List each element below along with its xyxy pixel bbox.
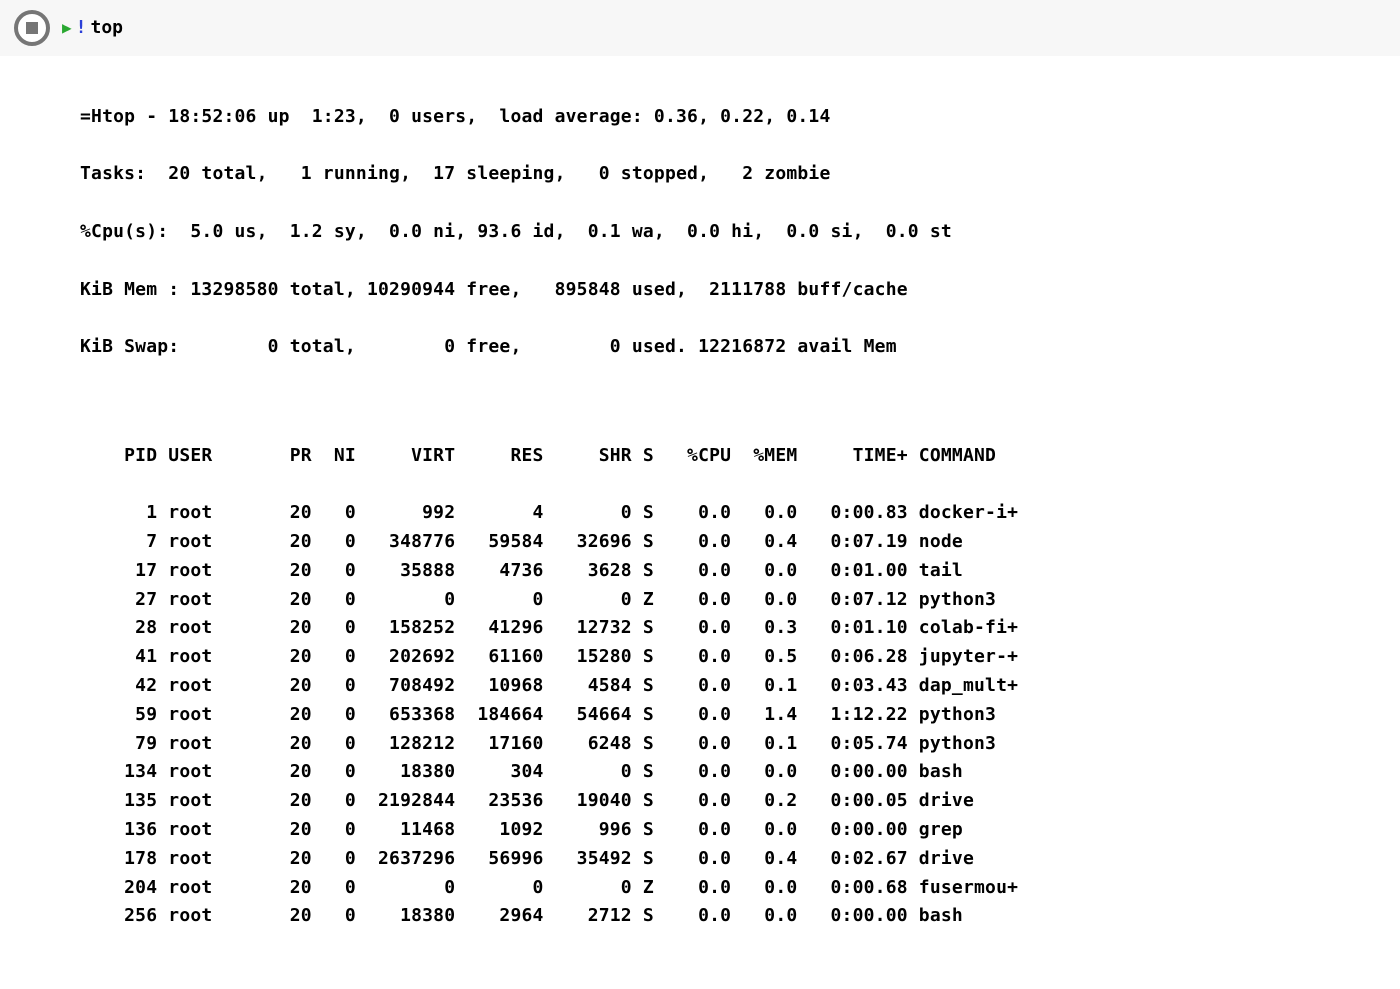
- process-row: 42 root 20 0 708492 10968 4584 S 0.0 0.1…: [80, 672, 1400, 701]
- shell-command: top: [90, 14, 123, 43]
- process-row: 134 root 20 0 18380 304 0 S 0.0 0.0 0:00…: [80, 758, 1400, 787]
- process-row: 204 root 20 0 0 0 0 Z 0.0 0.0 0:00.68 fu…: [80, 874, 1400, 903]
- process-row: 256 root 20 0 18380 2964 2712 S 0.0 0.0 …: [80, 902, 1400, 931]
- cell-output: =Htop - 18:52:06 up 1:23, 0 users, load …: [0, 56, 1400, 989]
- shell-bang: !: [76, 14, 87, 43]
- top-summary-swap: KiB Swap: 0 total, 0 free, 0 used. 12216…: [80, 333, 1400, 362]
- process-table-header: PID USER PR NI VIRT RES SHR S %CPU %MEM …: [80, 442, 1400, 471]
- top-summary-cpu: %Cpu(s): 5.0 us, 1.2 sy, 0.0 ni, 93.6 id…: [80, 218, 1400, 247]
- process-table: PID USER PR NI VIRT RES SHR S %CPU %MEM …: [80, 413, 1400, 960]
- process-row: 136 root 20 0 11468 1092 996 S 0.0 0.0 0…: [80, 816, 1400, 845]
- input-prompt[interactable]: ▶ !top: [62, 14, 123, 43]
- process-row: 59 root 20 0 653368 184664 54664 S 0.0 1…: [80, 701, 1400, 730]
- top-summary-tasks: Tasks: 20 total, 1 running, 17 sleeping,…: [80, 160, 1400, 189]
- process-row: 17 root 20 0 35888 4736 3628 S 0.0 0.0 0…: [80, 557, 1400, 586]
- process-row: 79 root 20 0 128212 17160 6248 S 0.0 0.1…: [80, 730, 1400, 759]
- process-row: 28 root 20 0 158252 41296 12732 S 0.0 0.…: [80, 614, 1400, 643]
- stop-square-icon: [26, 22, 38, 34]
- process-row: 41 root 20 0 202692 61160 15280 S 0.0 0.…: [80, 643, 1400, 672]
- process-row: 1 root 20 0 992 4 0 S 0.0 0.0 0:00.83 do…: [80, 499, 1400, 528]
- notebook-cell-input-row: ▶ !top: [0, 0, 1400, 56]
- process-row: 178 root 20 0 2637296 56996 35492 S 0.0 …: [80, 845, 1400, 874]
- top-summary-uptime: =Htop - 18:52:06 up 1:23, 0 users, load …: [80, 103, 1400, 132]
- top-summary-mem: KiB Mem : 13298580 total, 10290944 free,…: [80, 276, 1400, 305]
- process-row: 7 root 20 0 348776 59584 32696 S 0.0 0.4…: [80, 528, 1400, 557]
- process-row: 27 root 20 0 0 0 0 Z 0.0 0.0 0:07.12 pyt…: [80, 586, 1400, 615]
- prompt-caret-icon: ▶: [62, 15, 72, 41]
- stop-execution-icon[interactable]: [14, 10, 50, 46]
- process-row: 135 root 20 0 2192844 23536 19040 S 0.0 …: [80, 787, 1400, 816]
